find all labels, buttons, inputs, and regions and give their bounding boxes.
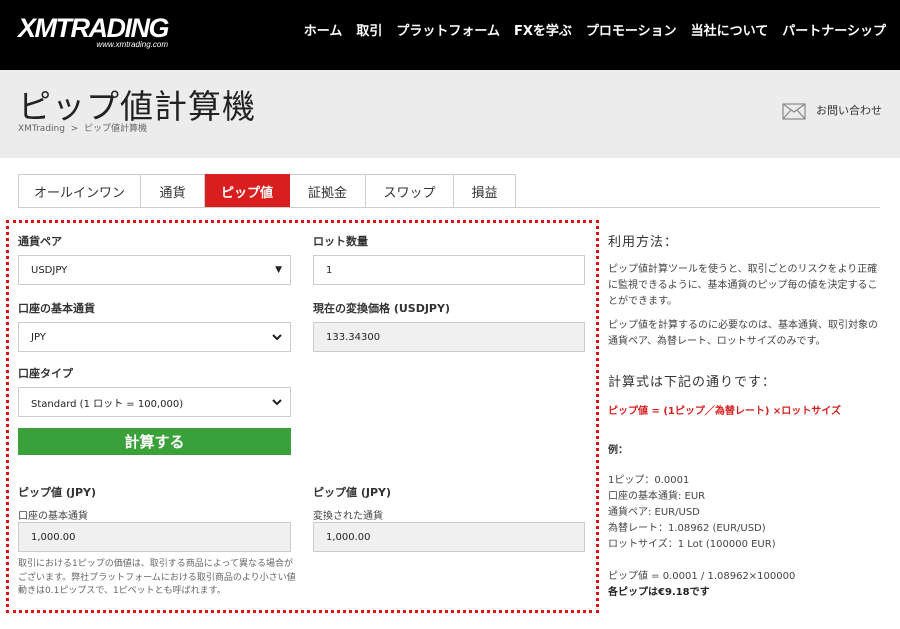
- lot-size-value: 1: [326, 264, 333, 276]
- breadcrumb-home[interactable]: XMTrading: [18, 124, 65, 134]
- base-currency-label: 口座の基本通貨: [18, 302, 95, 315]
- xmtrading-logo[interactable]: XMTRADING www.xmtrading.com: [18, 13, 170, 49]
- nav-learn-fx[interactable]: FXを学ぶ: [514, 22, 572, 42]
- tab-swap[interactable]: スワップ: [366, 174, 454, 208]
- example-line: 1ピップ：0.0001: [608, 475, 690, 486]
- conversion-rate-value: 133.34300: [326, 331, 381, 343]
- account-type-value: Standard (1 ロット = 100,000): [31, 398, 184, 410]
- example-line: 通貨ペア: EUR/USD: [608, 507, 700, 518]
- envelope-icon: [782, 103, 806, 120]
- pip-value-base-title: ピップ値 (JPY): [18, 486, 97, 499]
- nav-about[interactable]: 当社について: [691, 22, 769, 42]
- contact-link[interactable]: お問い合わせ: [782, 100, 882, 120]
- tab-profit-loss[interactable]: 損益: [454, 174, 516, 208]
- formula-text: ピップ値 = (1ピップ／為替レート) ×ロットサイズ: [608, 406, 842, 417]
- currency-pair-select[interactable]: USDJPY ▼: [18, 255, 291, 285]
- pip-value-converted-title: ピップ値 (JPY): [313, 486, 392, 499]
- example-result-line: ピップ値 = 0.0001 / 1.08962×100000: [608, 571, 796, 582]
- pip-value-base-sublabel: 口座の基本通貨: [18, 511, 88, 522]
- logo-text: XMTRADING: [18, 13, 170, 43]
- base-currency-select[interactable]: JPY: [18, 322, 291, 352]
- tab-currency[interactable]: 通貨: [141, 174, 205, 208]
- breadcrumb-separator: >: [67, 124, 82, 134]
- pip-value-converted-sublabel: 変換された通貨: [313, 511, 383, 522]
- nav-promotions[interactable]: プロモーション: [586, 22, 677, 42]
- top-header: XMTRADING www.xmtrading.com ホーム 取引 プラットフ…: [0, 0, 900, 70]
- currency-pair-label: 通貨ペア: [18, 235, 62, 248]
- conversion-rate-label: 現在の変換価格 (USDJPY): [313, 302, 450, 315]
- pip-value-converted-field: 1,000.00: [313, 522, 585, 552]
- breadcrumb-current: ピップ値計算機: [83, 124, 147, 134]
- account-type-select[interactable]: Standard (1 ロット = 100,000): [18, 387, 291, 417]
- contact-label: お問い合わせ: [816, 104, 882, 117]
- pip-value-base-value: 1,000.00: [31, 531, 76, 543]
- lot-size-input[interactable]: 1: [313, 255, 585, 285]
- nav-trading[interactable]: 取引: [356, 22, 382, 42]
- main-nav: ホーム 取引 プラットフォーム FXを学ぶ プロモーション 当社について パート…: [304, 22, 886, 42]
- usage-title: 利用方法：: [608, 235, 679, 250]
- example-lines: 1ピップ：0.0001 口座の基本通貨: EUR 通貨ペア: EUR/USD 為…: [608, 473, 776, 553]
- nav-platform[interactable]: プラットフォーム: [396, 22, 500, 42]
- chevron-down-icon: [272, 333, 282, 340]
- conversion-rate-field: 133.34300: [313, 322, 585, 352]
- tab-all-in-one[interactable]: オールインワン: [18, 174, 141, 208]
- example-line: 口座の基本通貨: EUR: [608, 491, 706, 502]
- pip-value-base-field: 1,000.00: [18, 522, 291, 552]
- lot-size-label: ロット数量: [313, 235, 368, 248]
- base-currency-value: JPY: [31, 331, 46, 343]
- chevron-down-icon: [272, 398, 282, 405]
- pip-note: 取引における1ピップの価値は、取引する商品によって異なる場合がございます。弊社プ…: [18, 559, 296, 596]
- example-line: 為替レート：1.08962 (EUR/USD): [608, 523, 766, 534]
- usage-paragraph-2: ピップ値を計算するのに必要なのは、基本通貨、取引対象の通貨ペア、為替レート、ロッ…: [608, 320, 878, 347]
- calculate-button[interactable]: 計算する: [18, 428, 291, 455]
- currency-pair-value: USDJPY: [31, 264, 68, 276]
- example-line: ロットサイズ：1 Lot (100000 EUR): [608, 539, 776, 550]
- account-type-label: 口座タイプ: [18, 367, 73, 380]
- nav-home[interactable]: ホーム: [304, 22, 343, 42]
- calculator-tabs: オールインワン 通貨 ピップ値 証拠金 スワップ 損益: [18, 174, 516, 208]
- breadcrumb: XMTrading > ピップ値計算機: [18, 121, 147, 134]
- usage-paragraph-1: ピップ値計算ツールを使うと、取引ごとのリスクをより正確に監視できるように、基本通…: [608, 264, 878, 307]
- tabs-divider: [18, 207, 880, 208]
- example-result-bold: 各ピップは€9.18です: [608, 587, 710, 598]
- tab-margin[interactable]: 証拠金: [290, 174, 366, 208]
- title-band: ピップ値計算機 XMTrading > ピップ値計算機 お問い合わせ: [0, 70, 900, 158]
- nav-partnership[interactable]: パートナーシップ: [782, 22, 886, 42]
- tab-pip-value[interactable]: ピップ値: [205, 174, 290, 208]
- example-title: 例：: [608, 445, 628, 456]
- formula-title: 計算式は下記の通りです：: [608, 375, 777, 390]
- caret-down-icon: ▼: [275, 265, 282, 275]
- pip-value-converted-value: 1,000.00: [326, 531, 371, 543]
